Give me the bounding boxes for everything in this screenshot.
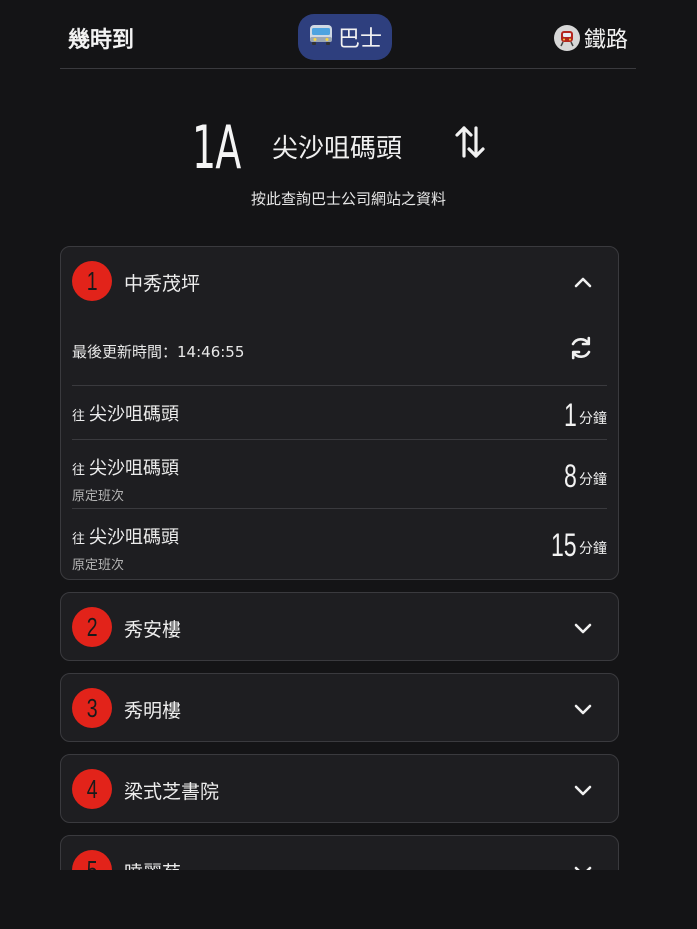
swap-direction-button[interactable] bbox=[448, 120, 492, 168]
stop-sequence-badge: 4 bbox=[72, 769, 112, 809]
stop-card: 4 梁式芝書院 bbox=[60, 754, 619, 823]
page: 幾時到 巴士 鐵路 1A 尖沙咀碼頭 按此查詢巴士公司網站之資料 1 中秀茂坪 … bbox=[0, 0, 697, 929]
stop-sequence-badge: 1 bbox=[72, 261, 112, 301]
stop-sequence-number: 5 bbox=[86, 854, 98, 871]
top-nav: 幾時到 巴士 鐵路 bbox=[60, 0, 636, 69]
eta-destination: 往尖沙咀碼頭 bbox=[72, 523, 179, 549]
swap-direction-icon bbox=[453, 122, 487, 166]
eta-meta: 最後更新時間：14:46:55 bbox=[61, 315, 618, 385]
app-title[interactable]: 幾時到 bbox=[68, 22, 134, 54]
eta-time: 15 分鐘 bbox=[541, 528, 607, 562]
stop-sequence-badge: 3 bbox=[72, 688, 112, 728]
eta-minutes: 8 bbox=[564, 458, 577, 494]
chevron-down-icon[interactable] bbox=[572, 860, 594, 870]
stop-header[interactable]: 3 秀明樓 bbox=[61, 674, 618, 741]
eta-row: 往尖沙咀碼頭 原定班次 8 分鐘 bbox=[72, 439, 607, 508]
stop-name: 中秀茂坪 bbox=[124, 273, 201, 295]
chevron-down-icon[interactable] bbox=[572, 779, 594, 801]
tab-bus-label: 巴士 bbox=[337, 27, 382, 52]
eta-note: 原定班次 bbox=[72, 489, 125, 504]
tab-rail-label: 鐵路 bbox=[583, 28, 628, 53]
eta-row: 往尖沙咀碼頭 原定班次 15 分鐘 bbox=[72, 508, 607, 577]
stop-sequence-number: 4 bbox=[86, 773, 98, 804]
eta-note: 原定班次 bbox=[72, 558, 125, 573]
stop-name: 秀安樓 bbox=[124, 619, 182, 641]
eta-row: 往尖沙咀碼頭 1 分鐘 bbox=[72, 385, 607, 439]
refresh-button[interactable] bbox=[566, 333, 596, 363]
refresh-icon bbox=[571, 336, 591, 360]
stop-sequence-number: 3 bbox=[86, 692, 98, 723]
route-destination: 尖沙咀碼頭 bbox=[272, 134, 403, 164]
tab-rail[interactable]: 鐵路 bbox=[553, 22, 628, 54]
tab-bus[interactable]: 巴士 bbox=[298, 14, 392, 60]
stop-header[interactable]: 2 秀安樓 bbox=[61, 593, 618, 660]
eta-destination: 往尖沙咀碼頭 bbox=[72, 454, 179, 480]
stop-header[interactable]: 4 梁式芝書院 bbox=[61, 755, 618, 822]
eta-destination-name: 尖沙咀碼頭 bbox=[89, 458, 180, 479]
eta-minutes: 1 bbox=[564, 397, 577, 433]
eta-destination-name: 尖沙咀碼頭 bbox=[89, 527, 180, 548]
last-updated: 最後更新時間：14:46:55 bbox=[72, 341, 244, 362]
stop-header[interactable]: 5 曉麗苑 bbox=[61, 836, 618, 870]
eta-to-label: 往 bbox=[72, 409, 86, 424]
chevron-down-icon[interactable] bbox=[572, 698, 594, 720]
stop-sequence-number: 2 bbox=[86, 611, 98, 642]
eta-unit: 分鐘 bbox=[579, 472, 607, 488]
stop-sequence-badge: 2 bbox=[72, 607, 112, 647]
eta-to-label: 往 bbox=[72, 463, 86, 478]
last-updated-time: 14:46:55 bbox=[177, 343, 245, 361]
stop-name: 梁式芝書院 bbox=[124, 781, 220, 803]
chevron-down-icon[interactable] bbox=[572, 617, 594, 639]
stop-name: 曉麗苑 bbox=[124, 858, 181, 870]
stop-card: 2 秀安樓 bbox=[60, 592, 619, 661]
eta-destination: 往尖沙咀碼頭 bbox=[72, 400, 179, 426]
last-updated-label: 最後更新時間： bbox=[72, 343, 178, 361]
company-website-link[interactable]: 按此查詢巴士公司網站之資料 bbox=[0, 188, 697, 209]
stop-sequence-number: 1 bbox=[86, 265, 98, 296]
stop-card: 5 曉麗苑 bbox=[60, 835, 619, 870]
eta-time: 1 分鐘 bbox=[559, 398, 607, 432]
eta-destination-name: 尖沙咀碼頭 bbox=[89, 404, 180, 425]
viewport: 幾時到 巴士 鐵路 1A 尖沙咀碼頭 按此查詢巴士公司網站之資料 1 中秀茂坪 … bbox=[0, 0, 697, 870]
train-icon bbox=[553, 25, 580, 51]
eta-unit: 分鐘 bbox=[579, 411, 607, 427]
chevron-up-icon[interactable] bbox=[572, 271, 594, 293]
stop-sequence-badge: 5 bbox=[72, 850, 112, 870]
eta-unit: 分鐘 bbox=[579, 541, 607, 557]
eta-minutes: 15 bbox=[551, 527, 577, 563]
stop-card: 1 中秀茂坪 最後更新時間：14:46:55 往尖沙咀碼頭 1 分鐘 往尖沙咀碼頭… bbox=[60, 246, 619, 580]
eta-to-label: 往 bbox=[72, 532, 86, 547]
eta-time: 8 分鐘 bbox=[559, 459, 607, 493]
bus-icon bbox=[308, 23, 334, 51]
stop-header[interactable]: 1 中秀茂坪 bbox=[61, 247, 618, 315]
route-number: 1A bbox=[192, 113, 241, 183]
stop-card: 3 秀明樓 bbox=[60, 673, 619, 742]
stop-name: 秀明樓 bbox=[124, 700, 182, 722]
